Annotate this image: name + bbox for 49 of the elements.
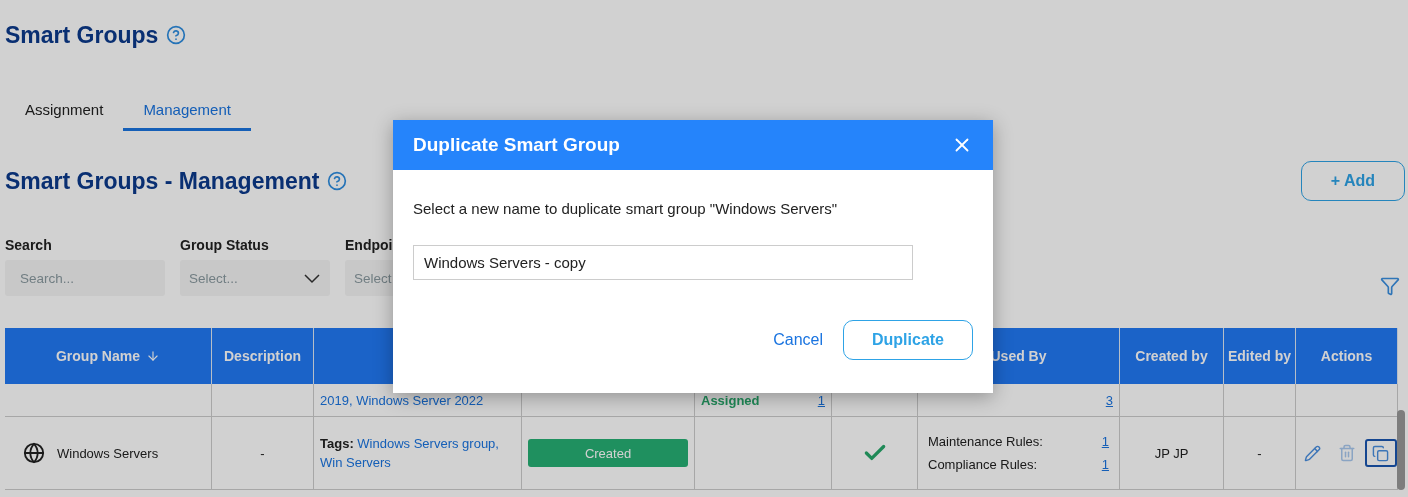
column-title: Group Name	[56, 348, 140, 364]
chevron-icon	[304, 271, 320, 285]
criteria-text: 2019, Windows Server 2022	[320, 391, 484, 410]
creator-name: JP JP	[1154, 445, 1189, 461]
column-header[interactable]: Created by	[1120, 328, 1224, 384]
copy-icon	[1372, 444, 1389, 462]
tab[interactable]: Management	[123, 92, 251, 131]
group-name: Windows Servers	[57, 445, 159, 461]
dialog-message: Select a new name to duplicate smart group "Windows Servers"	[413, 200, 839, 217]
column-title: Edited by	[1228, 348, 1291, 364]
count-link[interactable]: 1	[1101, 434, 1109, 449]
column-title: Actions	[1320, 348, 1373, 364]
filter-label: Group Status	[180, 237, 270, 253]
globe-icon	[23, 442, 45, 464]
add-button[interactable]: + Add	[1301, 161, 1405, 201]
name-input[interactable]: Windows Servers - copy	[413, 245, 913, 280]
duplicate-confirm-button[interactable]: Duplicate	[843, 320, 973, 360]
filter-icon[interactable]	[1380, 276, 1400, 296]
criteria-text: Tags: Windows Servers group, Win Servers	[320, 436, 499, 470]
column-title: Created by	[1135, 348, 1208, 364]
status-badge: Created	[528, 439, 688, 467]
trash-icon	[1337, 444, 1356, 462]
usage-label: Compliance Rules:	[928, 457, 1038, 472]
count-link[interactable]: 1	[817, 392, 825, 408]
scrollbar[interactable]	[1397, 410, 1405, 490]
column-title: Description	[224, 348, 301, 364]
column-header[interactable]: Actions	[1296, 328, 1398, 384]
assignment-status: Assigned	[701, 392, 760, 408]
column-header[interactable]: Description	[212, 328, 314, 384]
column-header[interactable]: Edited by	[1224, 328, 1296, 384]
tab[interactable]: Assignment	[5, 92, 124, 131]
help-icon[interactable]	[166, 25, 187, 45]
help-icon[interactable]	[327, 171, 348, 191]
editor-name: -	[1257, 445, 1262, 461]
filter-label: Endpoi	[345, 237, 394, 253]
pencil-icon	[1304, 444, 1321, 462]
section-title: Smart Groups - Management	[5, 167, 320, 195]
cancel-button[interactable]: Cancel	[767, 330, 829, 350]
filter-label: Search	[5, 237, 53, 253]
select-field[interactable]: Select...	[180, 260, 330, 296]
dialog-title: Duplicate Smart Group	[413, 134, 620, 156]
page-title: Smart Groups	[5, 21, 159, 49]
description-text: -	[260, 445, 265, 461]
column-header[interactable]: Group Name	[5, 328, 212, 384]
sort-icon[interactable]	[146, 349, 160, 363]
count-link[interactable]: 1	[1101, 457, 1109, 472]
usage-label: Maintenance Rules:	[928, 434, 1043, 449]
search-field[interactable]: Search...	[5, 260, 165, 296]
count-link[interactable]: 3	[1105, 392, 1113, 408]
